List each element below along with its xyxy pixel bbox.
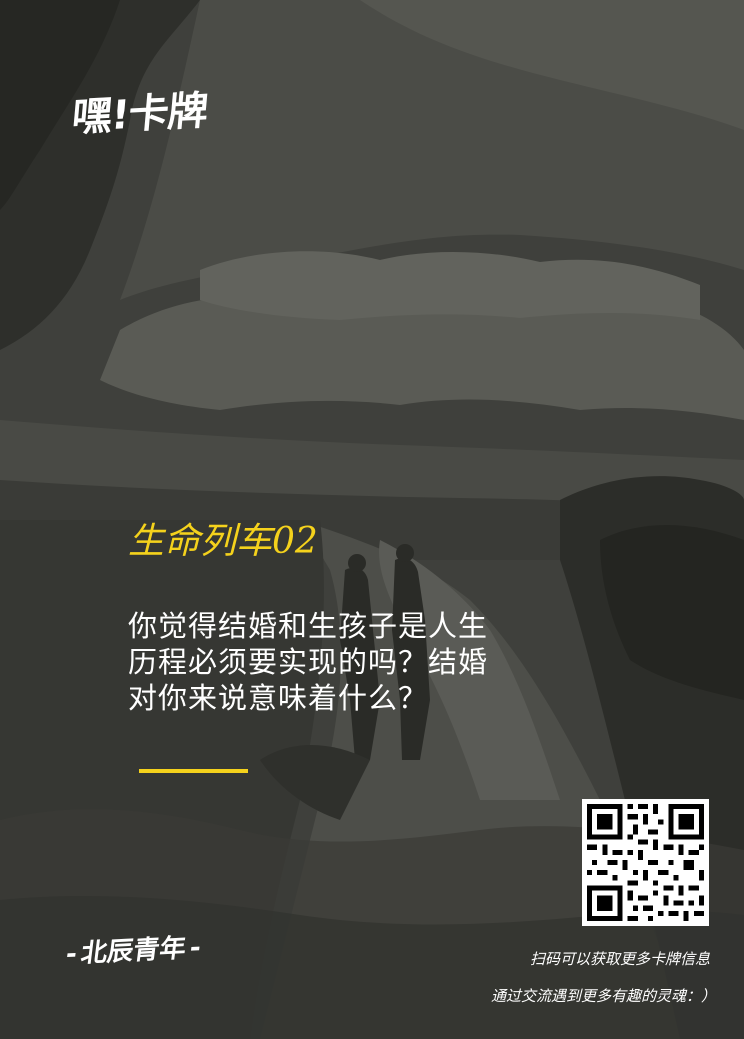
footer-brand-name: 北辰青年 bbox=[79, 933, 188, 969]
card-title-text: 生命列车 bbox=[128, 521, 273, 562]
accent-divider bbox=[139, 769, 248, 773]
card-poster: 嘿!卡牌 生命列车02 你觉得结婚和生孩子是人生 历程必须要实现的吗？结婚 对你… bbox=[0, 0, 744, 1039]
scan-caption-line-1: 扫码可以获取更多卡牌信息 bbox=[529, 950, 710, 968]
question-line-1: 你觉得结婚和生孩子是人生 bbox=[128, 609, 489, 643]
scan-caption-line-2: 通过交流遇到更多有趣的灵魂：） bbox=[490, 987, 716, 1005]
footer-brand: -北辰青年- bbox=[60, 932, 206, 970]
footer-brand-dash-right: - bbox=[187, 932, 203, 964]
question-line-2: 历程必须要实现的吗？结婚 bbox=[128, 645, 489, 679]
qr-code-icon[interactable] bbox=[582, 799, 709, 926]
question-line-3: 对你来说意味着什么？ bbox=[128, 681, 429, 715]
card-title-number: 02 bbox=[272, 521, 318, 562]
card-title: 生命列车02 bbox=[128, 521, 318, 562]
question-text: 你觉得结婚和生孩子是人生 历程必须要实现的吗？结婚 对你来说意味着什么？ bbox=[128, 608, 568, 716]
brand-logo: 嘿!卡牌 bbox=[69, 88, 210, 141]
